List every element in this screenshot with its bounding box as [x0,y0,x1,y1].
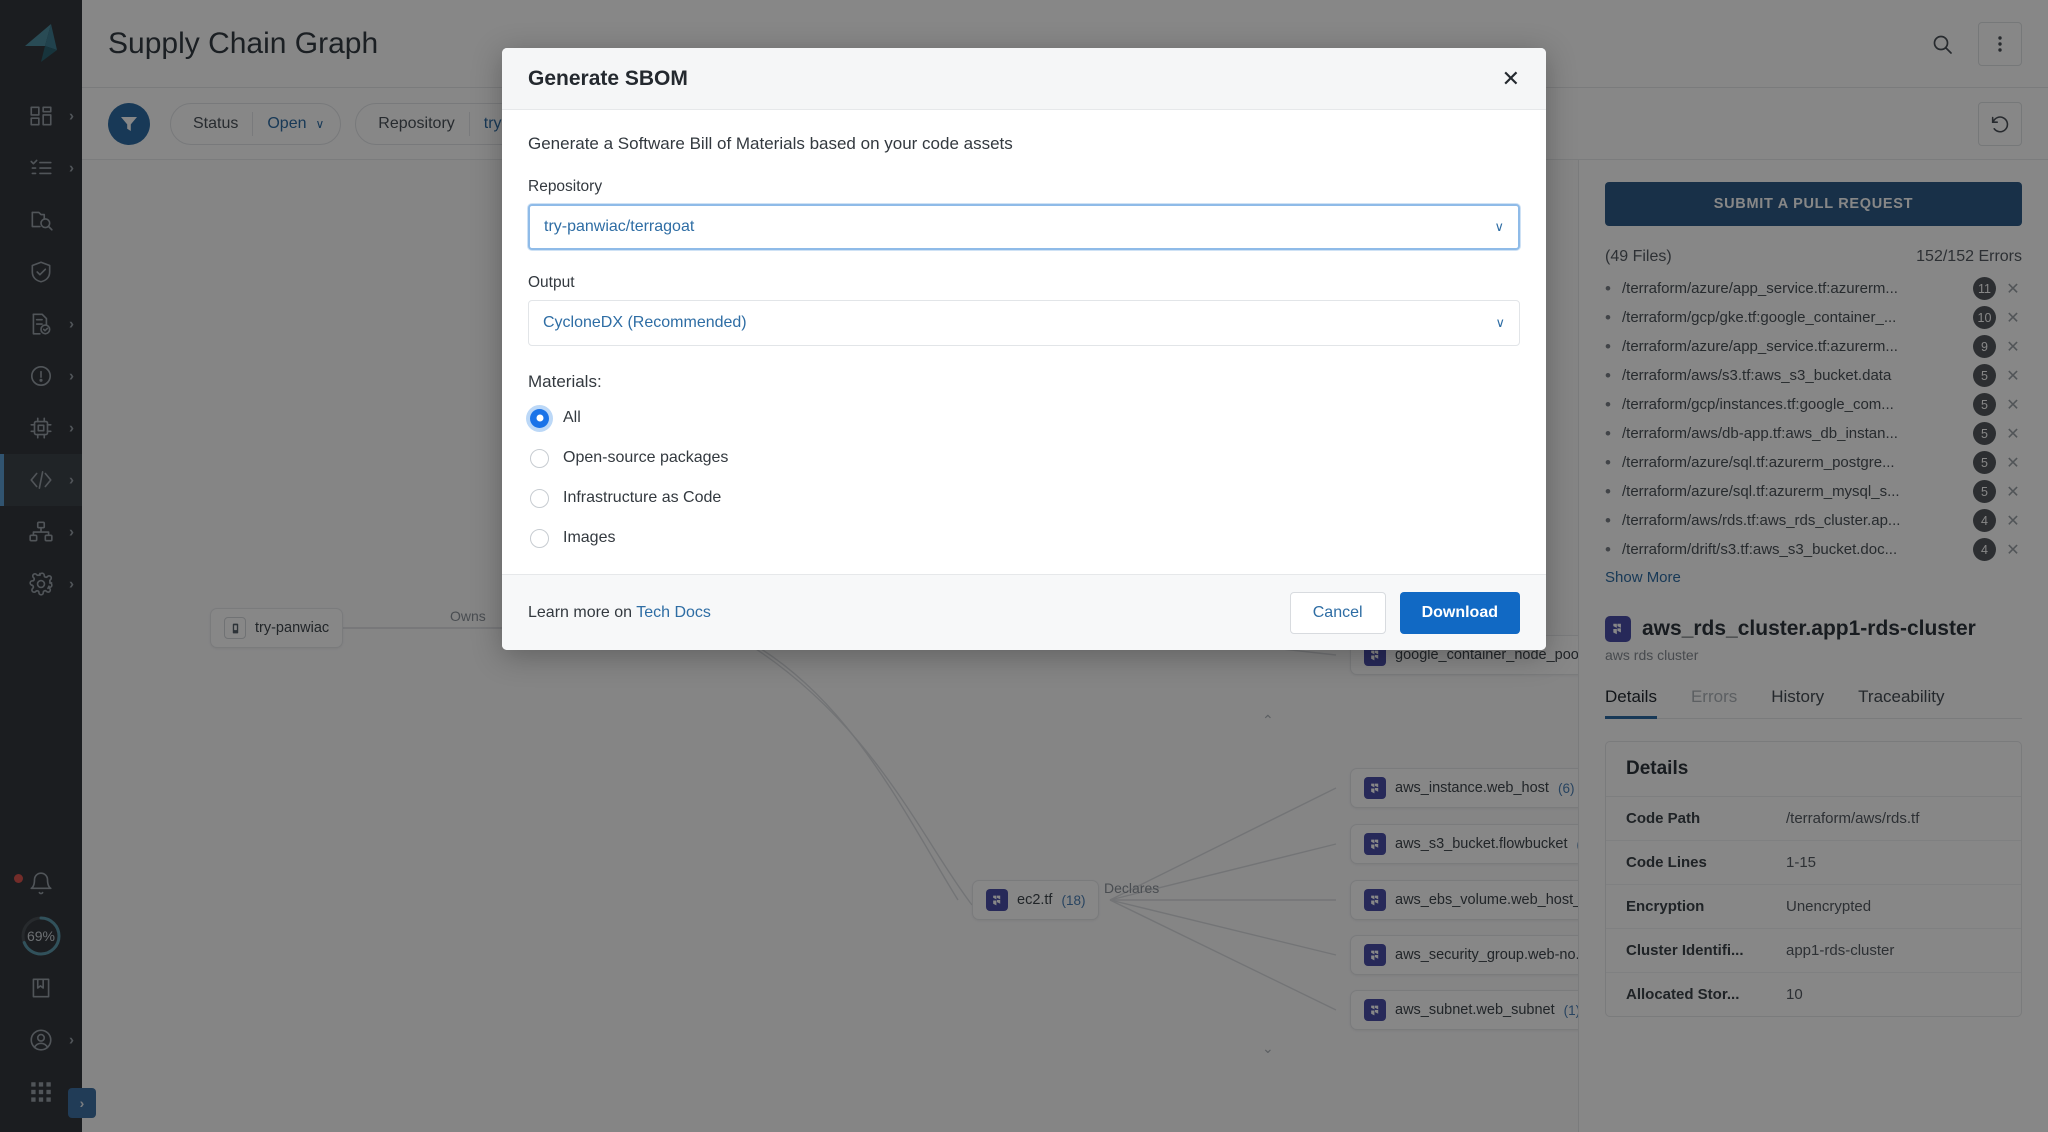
radio-button[interactable] [530,528,549,548]
close-icon[interactable]: ✕ [1502,67,1520,90]
material-option-open-source-packages[interactable]: Open-source packages [528,438,1520,478]
radio-button[interactable] [530,448,549,468]
modal-body: Generate a Software Bill of Materials ba… [502,110,1546,574]
radio-label: All [563,409,581,426]
modal-title: Generate SBOM [528,66,688,90]
modal-actions: Cancel Download [1289,591,1520,634]
radio-label: Infrastructure as Code [563,489,722,506]
tech-docs-link[interactable]: Tech Docs [636,604,711,621]
modal-header: Generate SBOM ✕ [502,48,1546,110]
generate-sbom-modal: Generate SBOM ✕ Generate a Software Bill… [502,48,1546,650]
output-value: CycloneDX (Recommended) [543,314,747,331]
material-option-images[interactable]: Images [528,518,1520,558]
screen: ›››››››› 69%›› › Supply Chain Graph [0,0,2048,1132]
output-label: Output [528,274,575,291]
radio-button[interactable] [530,408,549,428]
materials-radio-group: All Open-source packages Infrastructure as… [528,398,1520,558]
output-select[interactable]: CycloneDX (Recommended) ∨ [528,300,1520,346]
modal-footer: Learn more on Tech Docs Cancel Download [502,574,1546,650]
repository-value: try-panwiac/terragoat [544,218,695,235]
materials-label: Materials: [528,372,602,391]
modal-description: Generate a Software Bill of Materials ba… [528,134,1013,153]
learn-more-text: Learn more on Tech Docs [528,604,711,622]
repository-label: Repository [528,178,603,195]
material-option-infrastructure-as-code[interactable]: Infrastructure as Code [528,478,1520,518]
material-option-all[interactable]: All [528,398,1520,438]
download-button[interactable]: Download [1399,591,1520,634]
radio-label: Images [563,529,616,546]
cancel-button[interactable]: Cancel [1289,591,1386,634]
chevron-down-icon: ∨ [1495,315,1505,330]
radio-button[interactable] [530,488,549,508]
learn-more-prefix: Learn more on [528,603,637,621]
radio-label: Open-source packages [563,449,729,466]
repository-select[interactable]: try-panwiac/terragoat ∨ [528,204,1520,250]
chevron-down-icon: ∨ [1494,219,1504,234]
